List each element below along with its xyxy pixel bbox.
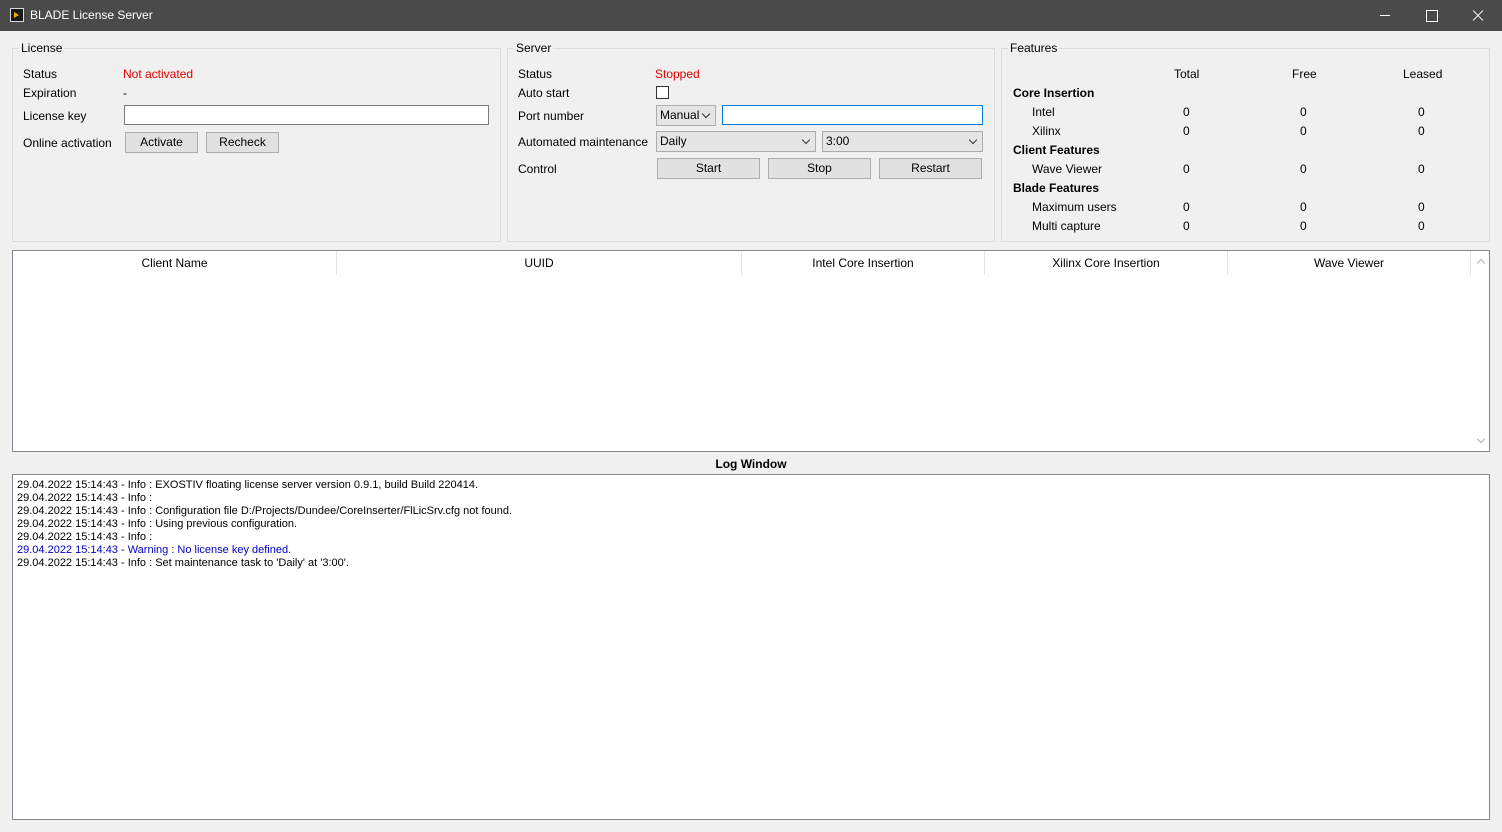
- multi-capture-leased: 0: [1418, 219, 1425, 233]
- intel-total: 0: [1183, 105, 1190, 119]
- column-header-intel-core-insertion[interactable]: Intel Core Insertion: [742, 251, 985, 275]
- maintenance-label: Automated maintenance: [518, 135, 649, 149]
- xilinx-leased: 0: [1418, 124, 1425, 138]
- chevron-down-icon: [801, 135, 811, 145]
- recheck-button[interactable]: Recheck: [206, 132, 279, 153]
- intel-free: 0: [1300, 105, 1307, 119]
- license-status-value: Not activated: [123, 67, 194, 81]
- column-header-xilinx-core-insertion[interactable]: Xilinx Core Insertion: [985, 251, 1228, 275]
- multi-capture-free: 0: [1300, 219, 1307, 233]
- restart-button[interactable]: Restart: [879, 158, 982, 179]
- log-line: 29.04.2022 15:14:43 - Info : EXOSTIV flo…: [17, 479, 479, 491]
- server-status-label: Status: [518, 67, 553, 81]
- maintenance-frequency-select[interactable]: Daily: [656, 131, 816, 152]
- features-col-free: Free: [1292, 67, 1317, 81]
- wave-viewer-free: 0: [1300, 162, 1307, 176]
- log-line: 29.04.2022 15:14:43 - Info : Configurati…: [17, 505, 513, 517]
- port-mode-select[interactable]: Manual: [656, 105, 716, 126]
- auto-start-checkbox[interactable]: [656, 86, 669, 99]
- log-line: 29.04.2022 15:14:43 - Info : Using previ…: [17, 518, 298, 530]
- features-col-total: Total: [1174, 67, 1200, 81]
- chevron-down-icon: [701, 109, 711, 119]
- auto-start-label: Auto start: [518, 86, 570, 100]
- column-header-wave-viewer[interactable]: Wave Viewer: [1228, 251, 1471, 275]
- window-title: BLADE License Server: [30, 8, 153, 22]
- column-header-uuid[interactable]: UUID: [337, 251, 742, 275]
- maintenance-time-select[interactable]: 3:00: [822, 131, 983, 152]
- feature-name-wave-viewer: Wave Viewer: [1032, 162, 1103, 176]
- start-button[interactable]: Start: [657, 158, 760, 179]
- server-status-value: Stopped: [655, 67, 700, 81]
- multi-capture-total: 0: [1183, 219, 1190, 233]
- log-line: 29.04.2022 15:14:43 - Info :: [17, 531, 153, 543]
- log-line: 29.04.2022 15:14:43 - Info : Set mainten…: [17, 557, 349, 569]
- feature-name-xilinx: Xilinx: [1032, 124, 1061, 138]
- xilinx-total: 0: [1183, 124, 1190, 138]
- activate-button[interactable]: Activate: [125, 132, 198, 153]
- license-group-title: License: [19, 41, 65, 55]
- port-number-label: Port number: [518, 109, 585, 123]
- license-key-label: License key: [23, 109, 87, 123]
- expiration-value: -: [123, 86, 127, 100]
- port-number-input[interactable]: [722, 105, 983, 125]
- clients-table[interactable]: Client Name UUID Intel Core Insertion Xi…: [12, 250, 1490, 452]
- blade-features-heading: Blade Features: [1013, 181, 1100, 195]
- online-activation-label: Online activation: [23, 136, 112, 150]
- app-icon: [10, 8, 24, 22]
- log-window[interactable]: 29.04.2022 15:14:43 - Info : EXOSTIV flo…: [12, 474, 1490, 820]
- server-group-title: Server: [514, 41, 554, 55]
- close-icon[interactable]: [1454, 0, 1500, 31]
- feature-name-multi-capture: Multi capture: [1032, 219, 1101, 233]
- feature-name-maximum-users: Maximum users: [1032, 200, 1117, 214]
- wave-viewer-total: 0: [1183, 162, 1190, 176]
- feature-name-intel: Intel: [1032, 105, 1055, 119]
- features-group-title: Features: [1008, 41, 1060, 55]
- maximum-users-free: 0: [1300, 200, 1307, 214]
- minimize-icon[interactable]: [1362, 0, 1408, 31]
- maintenance-time-value: 3:00: [826, 134, 850, 148]
- client-features-heading: Client Features: [1013, 143, 1100, 157]
- column-header-client-name[interactable]: Client Name: [13, 251, 337, 275]
- license-status-label: Status: [23, 67, 58, 81]
- maximum-users-total: 0: [1183, 200, 1190, 214]
- port-mode-value: Manual: [660, 108, 700, 122]
- xilinx-free: 0: [1300, 124, 1307, 138]
- scroll-down-icon[interactable]: [1477, 437, 1485, 445]
- maximize-icon[interactable]: [1408, 0, 1454, 31]
- core-insertion-heading: Core Insertion: [1013, 86, 1095, 100]
- maximum-users-leased: 0: [1418, 200, 1425, 214]
- control-label: Control: [518, 162, 557, 176]
- license-key-input[interactable]: [124, 105, 489, 125]
- intel-leased: 0: [1418, 105, 1425, 119]
- maintenance-frequency-value: Daily: [660, 134, 687, 148]
- scroll-up-icon[interactable]: [1477, 257, 1485, 265]
- chevron-down-icon: [968, 135, 978, 145]
- log-line: 29.04.2022 15:14:43 - Info :: [17, 492, 153, 504]
- expiration-label: Expiration: [23, 86, 77, 100]
- log-line-warning: 29.04.2022 15:14:43 - Warning : No licen…: [17, 544, 292, 556]
- wave-viewer-leased: 0: [1418, 162, 1425, 176]
- log-window-title: Log Window: [715, 457, 787, 471]
- features-col-leased: Leased: [1403, 67, 1443, 81]
- stop-button[interactable]: Stop: [768, 158, 871, 179]
- title-bar[interactable]: BLADE License Server: [0, 0, 1502, 31]
